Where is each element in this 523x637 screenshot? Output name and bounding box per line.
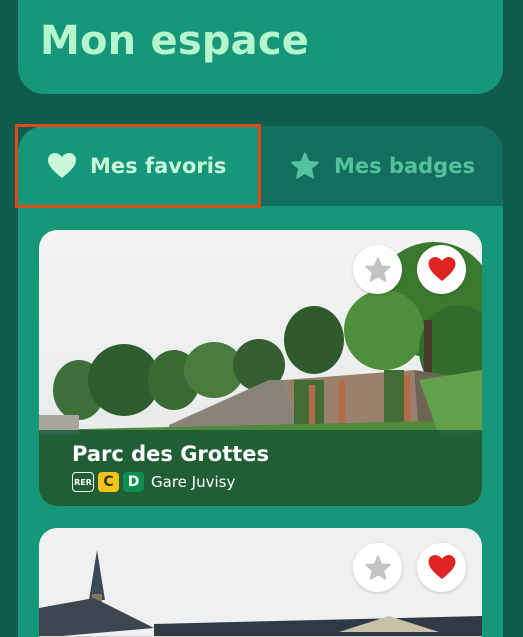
favorite-button[interactable]	[417, 543, 466, 592]
place-name: Parc des Grottes	[72, 442, 270, 466]
tab-favorites-label: Mes favoris	[90, 154, 227, 178]
favorite-button[interactable]	[417, 245, 466, 294]
place-photo	[39, 528, 482, 637]
heart-icon	[48, 153, 76, 178]
heart-icon	[428, 257, 455, 282]
place-card[interactable]: Parc des Grottes RER C D Gare Juvisy	[39, 230, 482, 506]
tab-badges[interactable]: Mes badges	[290, 126, 475, 206]
tab-badges-label: Mes badges	[334, 154, 475, 178]
rer-icon: RER	[72, 472, 94, 492]
add-badge-button[interactable]	[353, 543, 402, 592]
line-c-badge: C	[98, 472, 119, 492]
line-d-badge: D	[123, 472, 144, 492]
star-icon	[364, 256, 391, 282]
add-badge-button[interactable]	[353, 245, 402, 294]
star-icon	[364, 554, 391, 580]
place-caption: Parc des Grottes RER C D Gare Juvisy	[39, 430, 482, 506]
station-name: Gare Juvisy	[151, 473, 236, 491]
place-card[interactable]	[39, 528, 482, 637]
page-title: Mon espace	[40, 18, 310, 64]
star-icon	[291, 152, 319, 179]
transit-info: RER C D Gare Juvisy	[72, 472, 482, 492]
tab-favorites[interactable]: Mes favoris	[48, 126, 226, 206]
heart-icon	[428, 555, 455, 580]
